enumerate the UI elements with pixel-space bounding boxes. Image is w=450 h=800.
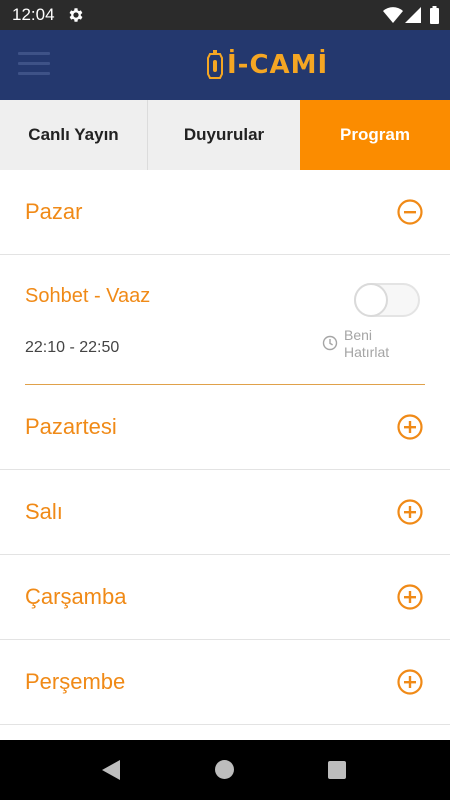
day-row-pazartesi[interactable]: Pazartesi [0, 385, 450, 470]
lantern-icon [207, 50, 223, 79]
event-title: Sohbet - Vaaz [25, 285, 151, 307]
remind-switch-knob[interactable] [354, 283, 388, 317]
event-time: 22:10 - 22:50 [25, 339, 120, 356]
tab-program[interactable]: Program [300, 100, 450, 170]
status-time: 12:04 [12, 5, 55, 24]
status-bar: 12:04 [0, 0, 450, 30]
event-item: Sohbet - Vaaz 22:10 - 22:50 Beni Hatırla… [0, 255, 450, 385]
wifi-icon [383, 7, 403, 23]
expand-icon[interactable] [397, 499, 423, 525]
battery-icon [430, 6, 439, 24]
signal-icon [405, 7, 421, 23]
expand-icon[interactable] [397, 669, 423, 695]
remind-label: Beni Hatırlat [322, 327, 404, 361]
day-label: Pazar [25, 199, 83, 224]
tab-bar: Canlı Yayın Duyurular Program [0, 100, 450, 170]
system-nav-bar [0, 740, 450, 800]
app-logo: İ-CAMİ [207, 48, 328, 82]
day-label: Pazartesi [25, 414, 117, 439]
day-row-sali[interactable]: Salı [0, 470, 450, 555]
home-icon[interactable] [215, 760, 234, 779]
menu-icon[interactable] [18, 52, 50, 78]
expand-icon[interactable] [397, 414, 423, 440]
day-label: Perşembe [25, 669, 126, 694]
collapse-icon[interactable] [397, 199, 423, 225]
expand-icon[interactable] [397, 584, 423, 610]
clock-icon [322, 335, 338, 351]
gear-icon [69, 8, 83, 22]
tab-canli-yayin[interactable]: Canlı Yayın [0, 100, 148, 170]
day-row-carsamba[interactable]: Çarşamba [0, 555, 450, 640]
remind-text-line2: Hatırlat [344, 344, 390, 360]
logo-text: İ-CAMİ [227, 50, 329, 80]
back-icon[interactable] [102, 760, 120, 780]
day-label: Çarşamba [25, 584, 127, 609]
program-list: Pazar Sohbet - Vaaz 22:10 - 22:50 Beni H… [0, 170, 450, 740]
app-bar: İ-CAMİ [0, 30, 450, 100]
day-row-pazar[interactable]: Pazar [0, 170, 450, 255]
day-label: Salı [25, 499, 63, 524]
tab-duyurular[interactable]: Duyurular [148, 100, 300, 170]
remind-text-line1: Beni [344, 327, 373, 343]
recents-icon[interactable] [328, 761, 346, 779]
day-row-persembe[interactable]: Perşembe [0, 640, 450, 725]
